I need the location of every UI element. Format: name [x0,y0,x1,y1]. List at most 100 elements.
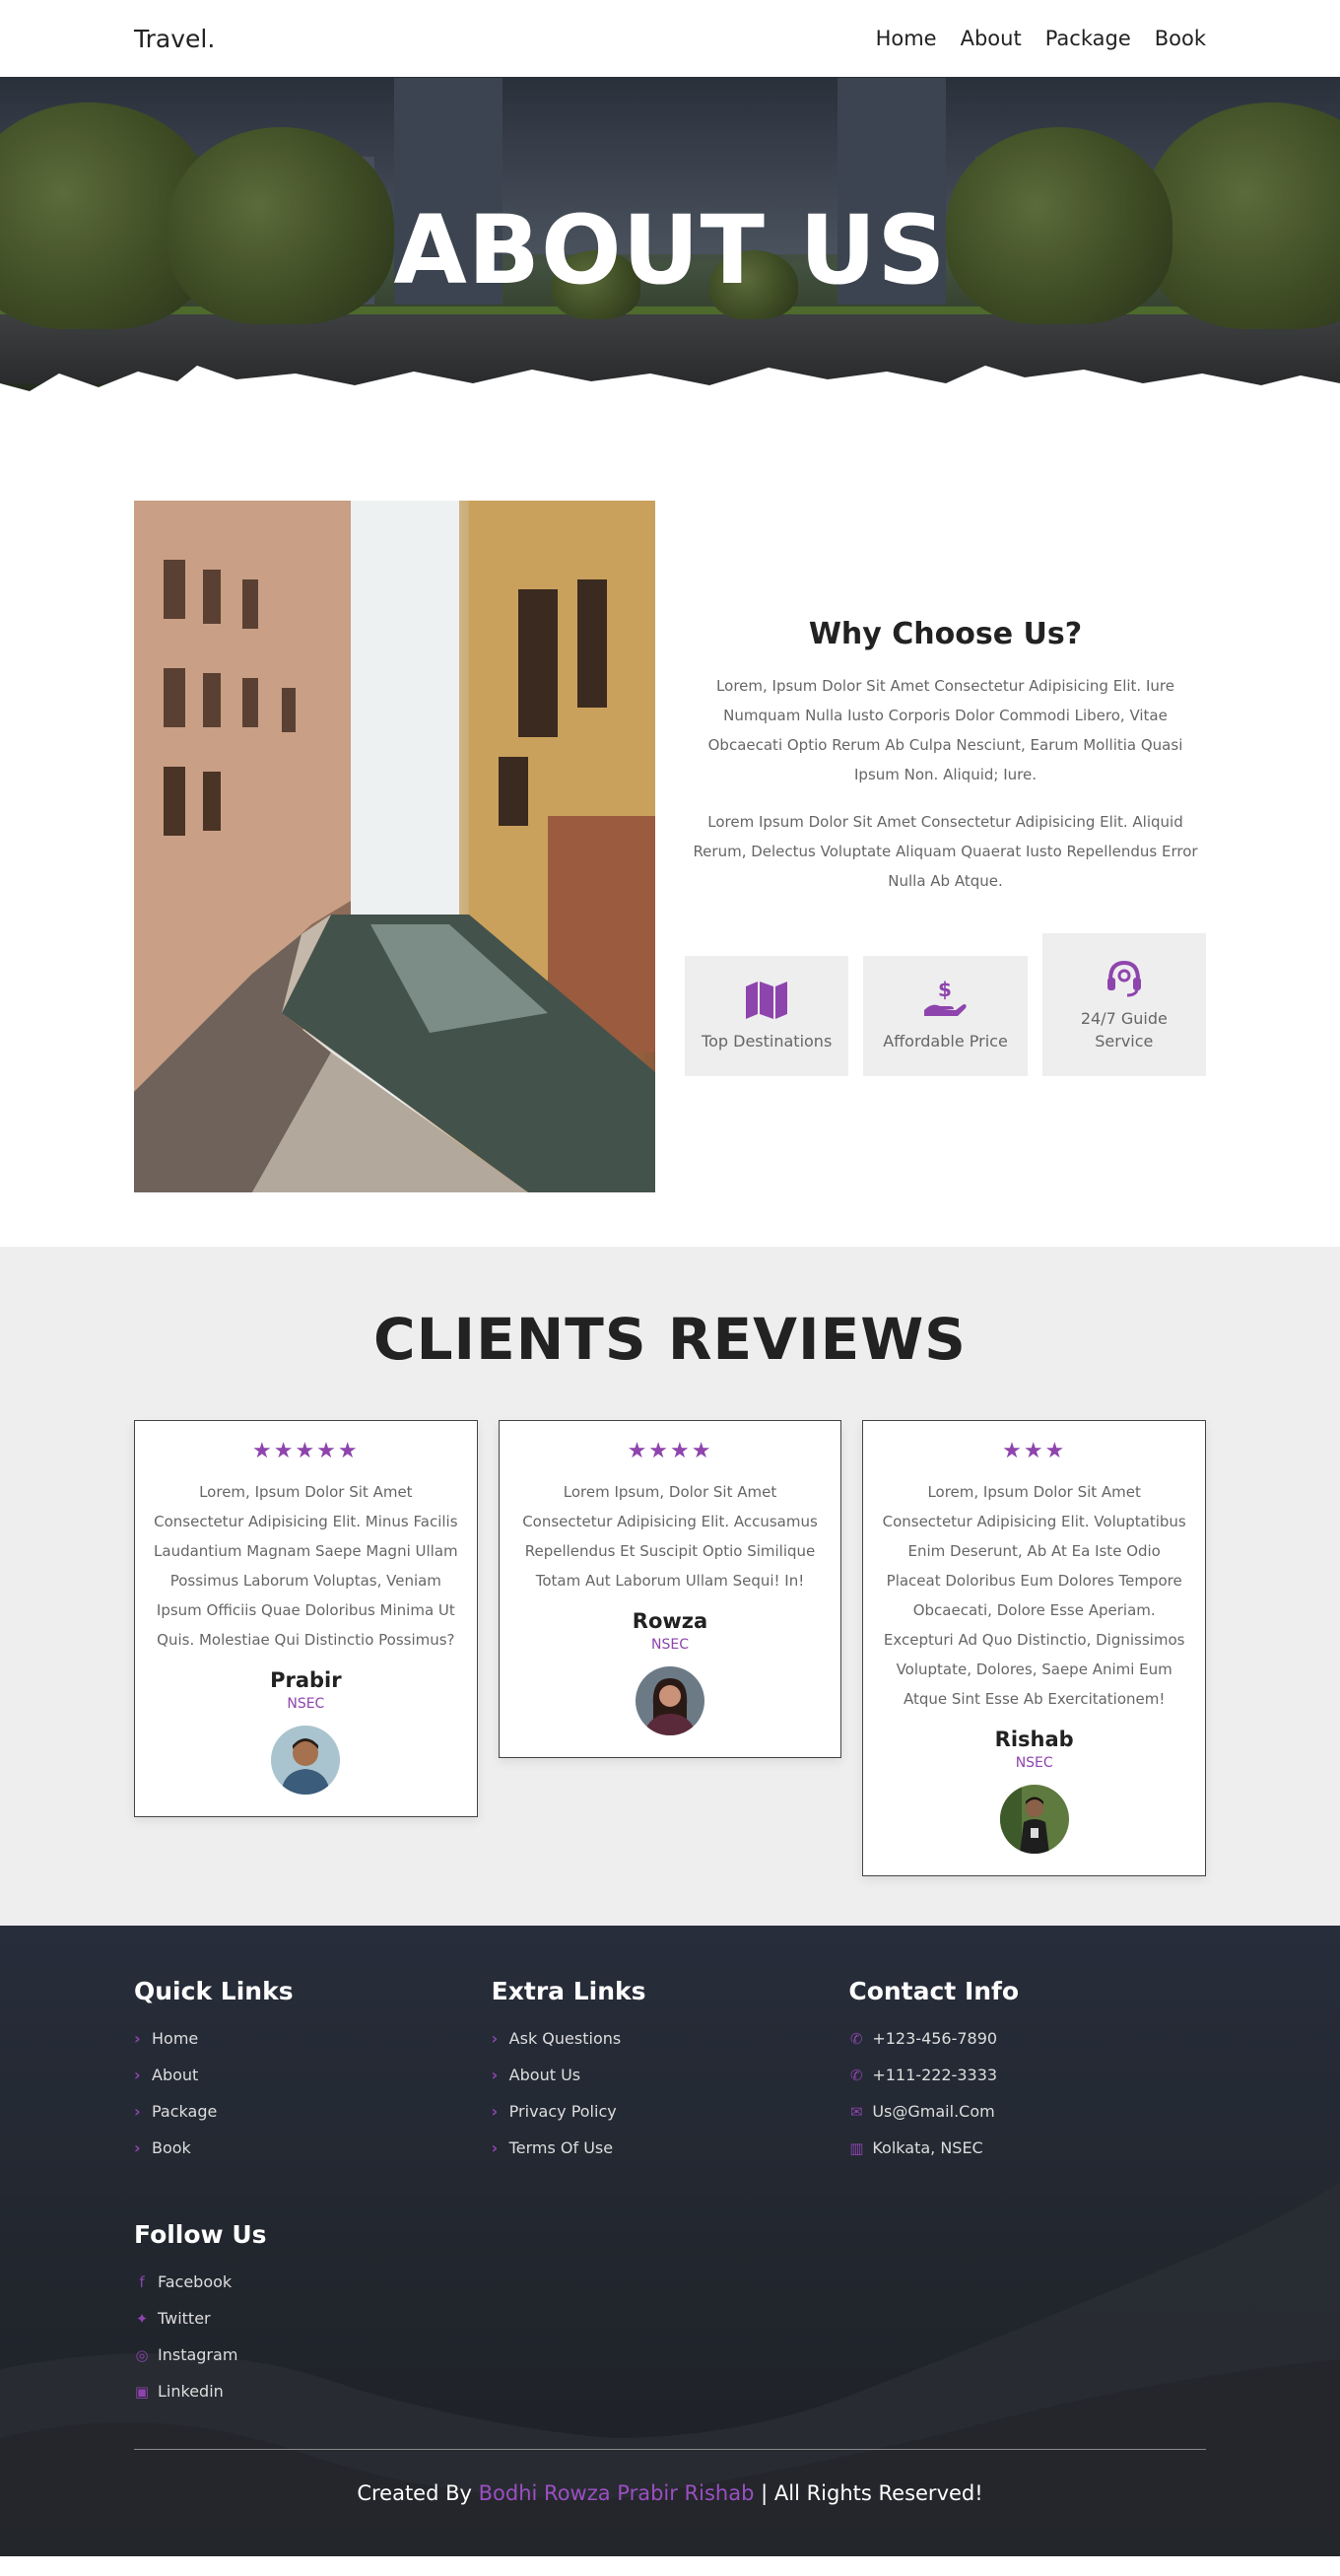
footer-link-book[interactable]: › Book [134,2138,492,2157]
nav-package[interactable]: Package [1045,27,1131,50]
feature-list: Top Destinations $ Affordable Price 24/7… [685,933,1206,1076]
chevron-right-icon: › [134,2138,141,2157]
follow-us: Follow Us f Facebook ✦ Twitter ◎ Instagram … [134,2220,1206,2401]
why-choose-us: Why Choose Us? Lorem, Ipsum Dolor Sit Am… [685,501,1206,1192]
phone-icon: ✆ [850,2066,863,2084]
envelope-icon: ✉ [850,2102,863,2121]
hero-title: ABOUT US [393,195,947,305]
credit-suffix: | All Rights Reserved! [761,2481,983,2505]
svg-text:$: $ [939,981,953,1001]
review-list: ★★★★★ Lorem, Ipsum Dolor Sit Amet Consec… [134,1420,1207,1876]
quick-links-title: Quick Links [134,1977,294,2005]
chevron-right-icon: › [491,2029,499,2048]
credit-names: Bodhi Rowza Prabir Rishab [478,2481,755,2505]
hero-brush-edge [0,366,1340,423]
footer-credit: Created By Bodhi Rowza Prabir Rishab | A… [134,2449,1206,2505]
instagram-icon: ◎ [135,2345,149,2364]
reviews-section: CLIENTS REVIEWS ★★★★★ Lorem, Ipsum Dolor… [0,1247,1340,1926]
footer-link-about-us[interactable]: › About Us [492,2066,849,2084]
contact-location[interactable]: ▥ Kolkata, NSEC [848,2138,1206,2157]
contact-phone-2[interactable]: ✆ +111-222-3333 [848,2066,1206,2084]
linkedin-icon: ▣ [134,2382,150,2401]
reviewer-name: Rowza [632,1609,708,1633]
contact-email[interactable]: ✉ Us@Gmail.Com [848,2102,1206,2121]
contact-info: Contact Info ✆ +123-456-7890 ✆ +111-222-33… [848,1977,1206,2175]
feature-label: 24/7 Guide Service [1080,1008,1168,1051]
chevron-right-icon: › [134,2029,141,2048]
footer-link-about[interactable]: › About [134,2066,492,2084]
chevron-right-icon: › [491,2066,499,2084]
why-choose-paragraph: Lorem, Ipsum Dolor Sit Amet Consectetur … [707,677,1183,783]
headset-icon [1106,960,1141,996]
star-rating: ★★★ [1002,1439,1067,1463]
site-header: Travel. Home About Package Book [0,0,1340,77]
chevron-right-icon: › [134,2102,141,2121]
contact-info-title: Contact Info [848,1977,1020,2005]
footer-link-package[interactable]: › Package [134,2102,492,2121]
nav-home[interactable]: Home [876,27,937,50]
feature-guide-service: 24/7 Guide Service [1041,933,1206,1076]
about-section: Why Choose Us? Lorem, Ipsum Dolor Sit Am… [0,423,1340,1247]
map-icon: ▥ [849,2138,864,2157]
nav-about[interactable]: About [961,27,1022,50]
feature-label: Top Destinations [702,1031,833,1051]
facebook-icon: f [139,2272,145,2291]
social-label: Linkedin [158,2382,224,2401]
hero-banner: ABOUT US [0,77,1340,423]
feature-top-destinations: Top Destinations [685,956,849,1076]
star-rating: ★★★★★ [252,1439,360,1463]
hand-dollar-icon: $ [924,981,968,1016]
why-choose-paragraph: Lorem Ipsum Dolor Sit Amet Consectetur A… [693,813,1198,890]
main-nav: Home About Package Book [876,27,1206,50]
chevron-right-icon: › [134,2066,141,2084]
logo[interactable]: Travel. [134,25,215,53]
reviewer-org: NSEC [1015,1755,1053,1771]
footer-link-privacy-policy[interactable]: › Privacy Policy [492,2102,849,2121]
reviewer-name: Rishab [994,1728,1074,1751]
review-text: Lorem, Ipsum Dolor Sit Amet Consectetur … [154,1483,458,1649]
twitter-icon: ✦ [135,2309,149,2328]
social-instagram[interactable]: ◎ Instagram [134,2345,1206,2364]
star-rating: ★★★★ [627,1439,713,1463]
extra-links: Extra Links › Ask Questions › About Us › Pr… [492,1977,849,2175]
social-label: Twitter [158,2309,211,2328]
footer-link-label: Ask Questions [508,2029,622,2048]
contact-label: Kolkata, NSEC [872,2138,983,2157]
contact-label: +123-456-7890 [872,2029,998,2048]
phone-icon: ✆ [850,2029,863,2048]
social-label: Instagram [158,2345,238,2364]
why-choose-title: Why Choose Us? [808,617,1083,651]
social-twitter[interactable]: ✦ Twitter [134,2309,1206,2328]
avatar [999,1785,1069,1854]
social-label: Facebook [158,2272,233,2291]
reviewer-org: NSEC [287,1696,325,1712]
nav-book[interactable]: Book [1155,27,1206,50]
footer-link-ask-questions[interactable]: › Ask Questions [492,2029,849,2048]
footer-columns: Quick Links › Home › About › Package › Book … [134,1977,1206,2175]
contact-phone-1[interactable]: ✆ +123-456-7890 [848,2029,1206,2048]
footer-link-label: Home [152,2029,199,2048]
site-footer: Quick Links › Home › About › Package › Book … [0,1926,1340,2556]
social-linkedin[interactable]: ▣ Linkedin [134,2382,1206,2401]
follow-us-title: Follow Us [134,2220,267,2249]
feature-label: Affordable Price [883,1031,1008,1051]
review-card: ★★★★ Lorem Ipsum, Dolor Sit Amet Consect… [498,1420,842,1758]
feature-affordable-price: $ Affordable Price [863,956,1028,1076]
footer-link-label: Privacy Policy [508,2102,617,2121]
review-card: ★★★★★ Lorem, Ipsum Dolor Sit Amet Consec… [134,1420,478,1817]
reviewer-org: NSEC [651,1637,689,1653]
footer-link-label: Package [152,2102,218,2121]
avatar [636,1666,704,1735]
footer-link-label: Terms Of Use [508,2138,614,2157]
footer-link-label: About [152,2066,199,2084]
contact-label: +111-222-3333 [872,2066,998,2084]
quick-links: Quick Links › Home › About › Package › Book [134,1977,492,2175]
footer-link-label: Book [152,2138,191,2157]
chevron-right-icon: › [491,2138,499,2157]
footer-link-home[interactable]: › Home [134,2029,492,2048]
social-facebook[interactable]: f Facebook [134,2272,1206,2291]
map-icon [746,981,788,1019]
footer-link-terms[interactable]: › Terms Of Use [492,2138,849,2157]
review-text: Lorem Ipsum, Dolor Sit Amet Consectetur … [522,1483,818,1590]
review-text: Lorem, Ipsum Dolor Sit Amet Consectetur … [882,1483,1186,1708]
